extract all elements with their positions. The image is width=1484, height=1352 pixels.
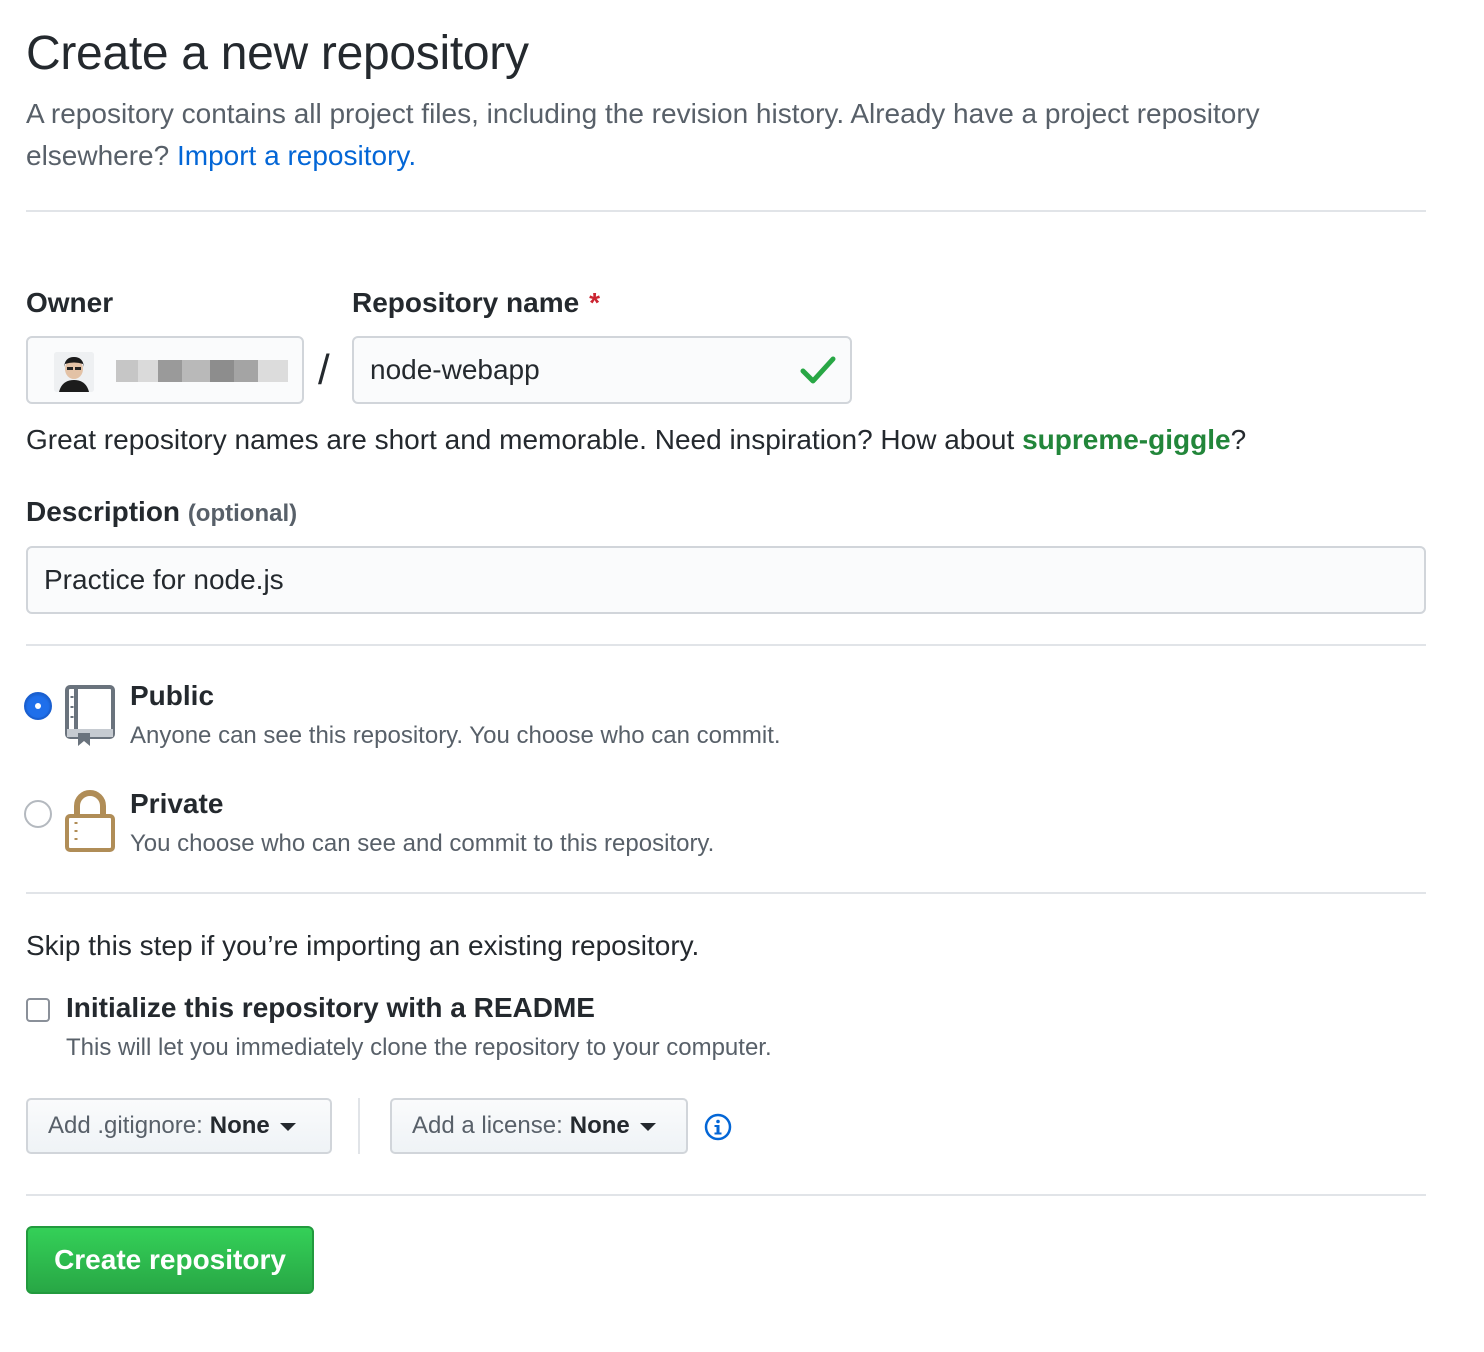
- gitignore-prefix: Add .gitignore:: [48, 1112, 203, 1139]
- public-description: Anyone can see this repository. You choo…: [130, 722, 781, 749]
- description-label-text: Description: [26, 496, 181, 527]
- page-title: Create a new repository: [26, 27, 529, 80]
- create-repository-button[interactable]: Create repository: [26, 1226, 314, 1294]
- license-prefix: Add a license:: [412, 1112, 563, 1139]
- user-avatar-icon: [54, 352, 94, 392]
- visibility-divider: [26, 892, 1426, 894]
- select-separator: [358, 1098, 360, 1154]
- license-value: None: [569, 1112, 630, 1139]
- repository-name-label-text: Repository name: [352, 287, 580, 318]
- readme-description: This will let you immediately clone the …: [66, 1034, 772, 1061]
- actions-divider: [26, 1194, 1426, 1196]
- caret-down-icon: [639, 1123, 656, 1131]
- owner-select[interactable]: [26, 336, 304, 404]
- license-select[interactable]: Add a license: None: [390, 1098, 688, 1154]
- name-suggestion-link[interactable]: supreme-giggle: [1022, 424, 1230, 455]
- readme-label[interactable]: Initialize this repository with a README: [66, 992, 595, 1024]
- skip-step-note: Skip this step if you’re importing an ex…: [26, 930, 700, 961]
- gitignore-value: None: [209, 1112, 270, 1139]
- owner-label: Owner: [26, 287, 114, 318]
- owner-name-blurred: [116, 360, 288, 382]
- import-repository-link[interactable]: Import a repository.: [177, 140, 416, 171]
- repository-name-input[interactable]: [370, 338, 790, 402]
- info-icon[interactable]: [704, 1113, 732, 1141]
- optional-note: (optional): [187, 500, 298, 527]
- description-label: Description (optional): [26, 496, 297, 528]
- public-title: Public: [130, 680, 215, 711]
- repository-name-hint: Great repository names are short and mem…: [26, 424, 1246, 456]
- owner-repo-separator: /: [318, 346, 330, 393]
- caret-down-icon: [279, 1123, 296, 1131]
- readme-checkbox[interactable]: [26, 998, 50, 1022]
- repository-name-field: [352, 336, 852, 404]
- checkmark-icon: [800, 356, 836, 384]
- repository-name-label: Repository name *: [352, 287, 600, 319]
- owner-avatar: [54, 352, 94, 392]
- description-input[interactable]: [44, 548, 1404, 612]
- repo-book-icon: [65, 685, 115, 746]
- hint-text: Great repository names are short and mem…: [26, 424, 1015, 455]
- public-radio[interactable]: [24, 692, 52, 720]
- gitignore-select[interactable]: Add .gitignore: None: [26, 1098, 332, 1154]
- private-radio[interactable]: [24, 800, 52, 828]
- header-divider: [26, 210, 1426, 212]
- description-divider: [26, 644, 1426, 646]
- lock-icon: [65, 790, 115, 852]
- private-title: Private: [130, 788, 224, 819]
- page-description: A repository contains all project files,…: [26, 93, 1346, 177]
- private-description: You choose who can see and commit to thi…: [130, 830, 715, 857]
- description-field: [26, 546, 1426, 614]
- hint-suffix: ?: [1230, 424, 1247, 455]
- required-marker: *: [589, 287, 601, 318]
